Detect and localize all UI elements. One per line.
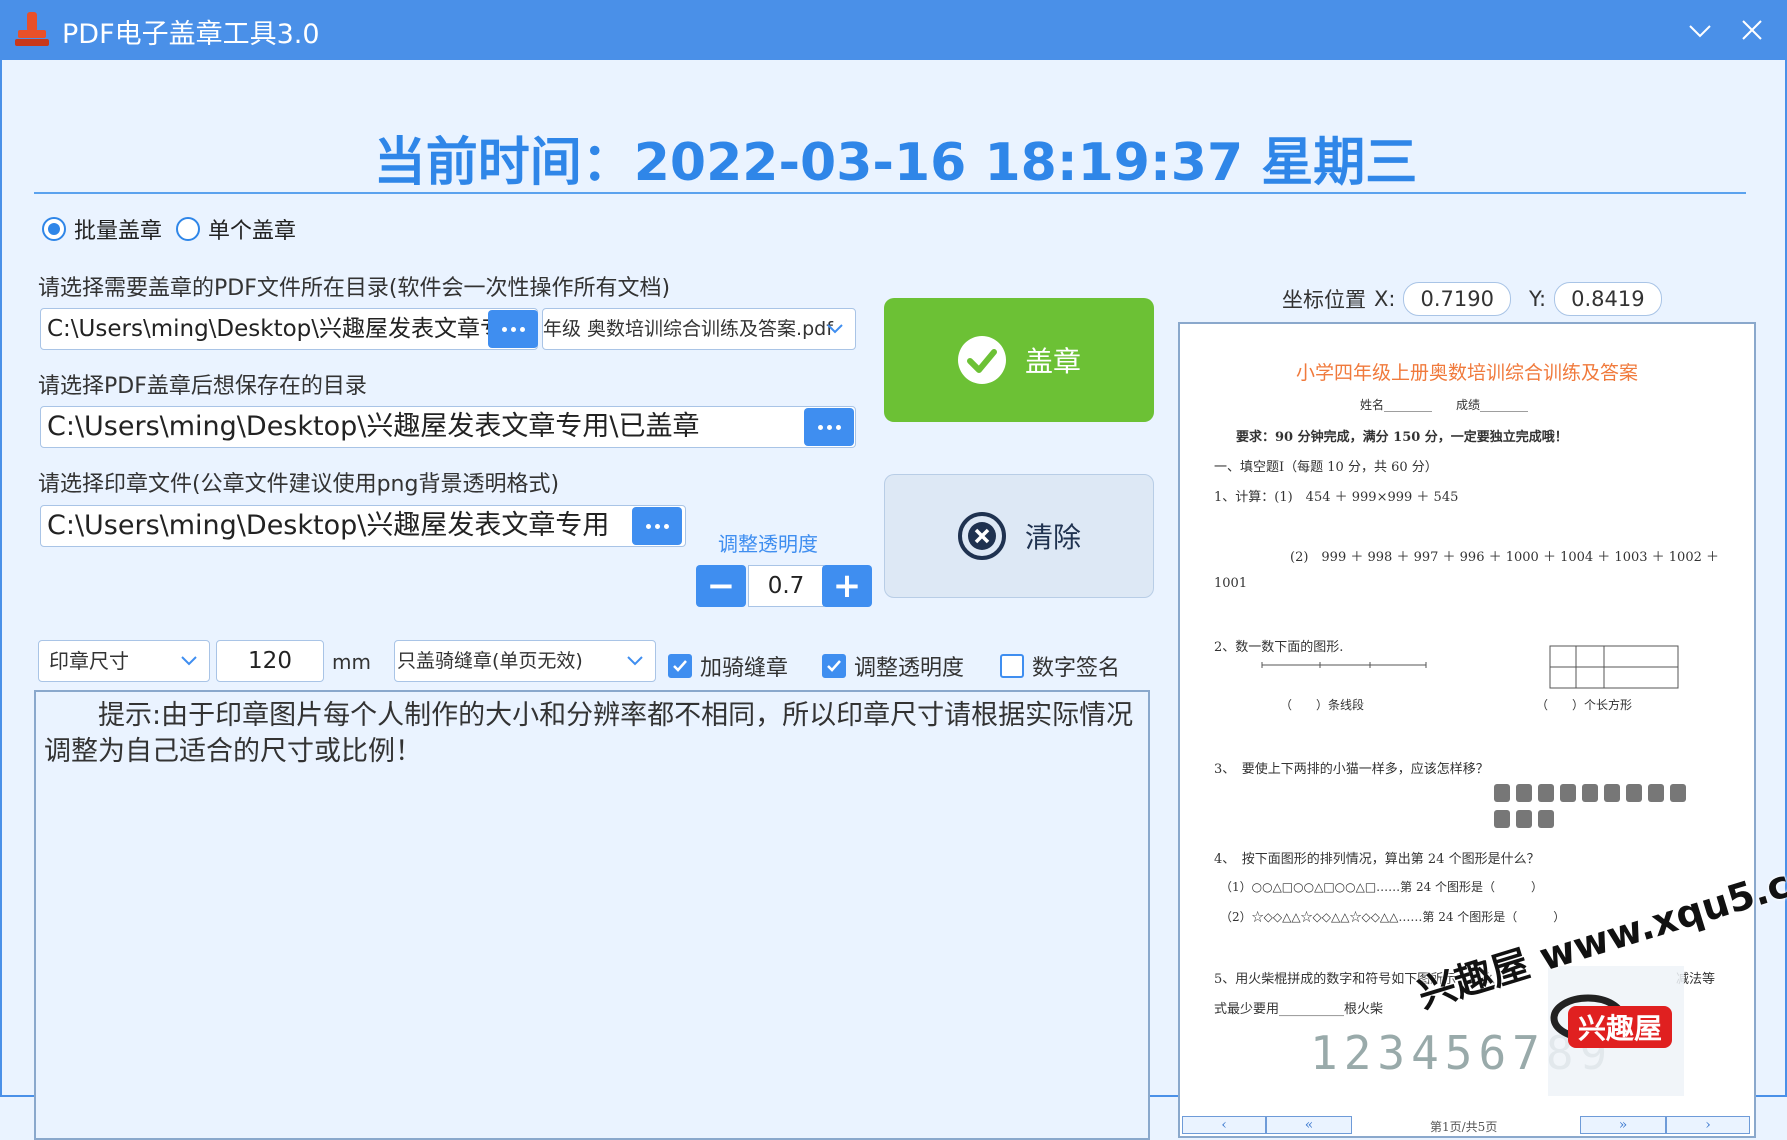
doc-q2a: （ ）条线段 <box>1280 698 1365 712</box>
first-page-button[interactable]: ‹ <box>1182 1116 1266 1134</box>
cat-image <box>1516 784 1532 802</box>
stamp-mode-group: 批量盖章 单个盖章 <box>42 212 310 246</box>
seal-mode-select[interactable]: 只盖骑缝章(单页无效) <box>394 640 656 682</box>
output-dir-input[interactable]: C:\Users\ming\Desktop\兴趣屋发表文章专用\已盖章 <box>40 406 856 448</box>
doc-q3: 3、 要使上下两排的小猫一样多，应该怎样移？ <box>1214 762 1489 777</box>
cat-image <box>1538 784 1554 802</box>
coord-y-label: Y: <box>1528 287 1547 311</box>
coord-x-value[interactable]: 0.7190 <box>1403 282 1511 316</box>
coord-x-label: X: <box>1374 287 1396 311</box>
doc-q1c: 1001 <box>1214 576 1248 591</box>
digital-signature-checkbox[interactable]: 数字签名 <box>1000 652 1121 681</box>
source-dir-label: 请选择需要盖章的PDF文件所在目录(软件会一次性操作所有文档) <box>38 276 671 301</box>
stamp-button-label: 盖章 <box>1024 345 1081 378</box>
browse-source-button[interactable] <box>488 310 538 348</box>
current-time-display: 当前时间：2022-03-16 18:19:37 星期三 <box>373 133 1418 193</box>
seal-size-select-value: 印章尺寸 <box>49 649 129 673</box>
doc-q4b: （2）☆◇◇△△☆◇◇△△☆◇◇△△……第 24 个图形是（ ） <box>1220 910 1566 924</box>
clear-button[interactable]: 清除 <box>884 474 1154 598</box>
coordinate-readout: 坐标位置 X: 0.7190 Y: 0.8419 <box>1282 282 1680 316</box>
coord-y-value[interactable]: 0.8419 <box>1554 282 1662 316</box>
batch-radio-label[interactable]: 批量盖章 <box>74 213 162 245</box>
stamp-app-icon <box>15 12 49 46</box>
log-text-area[interactable]: 提示:由于印章图片每个人制作的大小和分辨率都不相同，所以印章尺寸请根据实际情况调… <box>34 690 1150 1140</box>
page-indicator: 第1页/共5页 <box>1430 1120 1498 1134</box>
opacity-value[interactable]: 0.7 <box>748 565 824 607</box>
cat-image <box>1494 784 1510 802</box>
seal-size-input[interactable]: 120 <box>216 640 324 682</box>
doc-q4: 4、 按下面图形的排列情况，算出第 24 个图形是什么？ <box>1214 852 1540 867</box>
doc-q1b: (2) 999 ＋ 998 ＋ 997 ＋ 996 ＋ 1000 ＋ 1004 … <box>1290 550 1719 565</box>
coord-label: 坐标位置 <box>1282 288 1366 312</box>
window-title: PDF电子盖章工具3.0 <box>62 19 320 50</box>
source-file-value: 年级 奥数培训综合训练及答案.pdf <box>543 318 833 340</box>
seal-stamp-image[interactable]: 兴趣屋 <box>1548 966 1684 1096</box>
browse-output-button[interactable] <box>804 408 854 446</box>
doc-q4a: （1）○○△□○○△□○○△□……第 24 个图形是（ ） <box>1220 880 1544 894</box>
cross-page-seal-label: 加骑缝章 <box>700 656 789 681</box>
line-segment-figure <box>1261 662 1427 668</box>
seal-file-label: 请选择印章文件(公章文件建议使用png背景透明格式) <box>38 472 560 497</box>
cat-image <box>1494 810 1510 828</box>
single-radio-label[interactable]: 单个盖章 <box>208 213 296 245</box>
doc-q2b: （ ）个长方形 <box>1536 698 1633 712</box>
close-circle-icon <box>957 512 1006 560</box>
close-icon[interactable] <box>1736 14 1768 46</box>
chevron-down-icon <box>181 656 197 666</box>
header-divider <box>34 192 1746 194</box>
output-dir-label: 请选择PDF盖章后想保存在的目录 <box>38 374 367 399</box>
seal-file-input[interactable]: C:\Users\ming\Desktop\兴趣屋发表文章专用 <box>40 505 686 547</box>
source-file-select[interactable]: 年级 奥数培训综合训练及答案.pdf <box>542 308 856 350</box>
last-page-button[interactable]: › <box>1666 1116 1750 1134</box>
seal-size-select[interactable]: 印章尺寸 <box>38 640 210 682</box>
cat-image <box>1516 810 1532 828</box>
stamp-button[interactable]: 盖章 <box>884 298 1154 422</box>
tip-text: 提示:由于印章图片每个人制作的大小和分辨率都不相同，所以印章尺寸请根据实际情况调… <box>44 700 1134 767</box>
check-circle-icon <box>957 336 1006 384</box>
checkmark-icon <box>668 654 692 678</box>
doc-q2: 2、数一数下面的图形. <box>1214 640 1344 655</box>
title-bar: PDF电子盖章工具3.0 <box>0 0 1787 60</box>
rectangle-grid-figure <box>1549 645 1679 689</box>
cat-image <box>1648 784 1664 802</box>
adjust-opacity-checkbox[interactable]: 调整透明度 <box>822 652 965 681</box>
seal-size-unit: mm <box>332 650 371 674</box>
preview-pager: ‹ « 第1页/共5页 » › <box>1180 1116 1754 1136</box>
next-page-button[interactable]: » <box>1580 1116 1666 1134</box>
cat-image <box>1560 784 1576 802</box>
seal-text: 兴趣屋 <box>1578 1012 1662 1045</box>
opacity-decrease-button[interactable]: − <box>696 565 746 607</box>
browse-seal-button[interactable] <box>632 507 682 545</box>
single-radio[interactable] <box>176 217 201 241</box>
doc-q5c: 式最少要用__________根火柴 <box>1214 1002 1384 1017</box>
adjust-opacity-link[interactable]: 调整透明度 <box>718 528 818 557</box>
empty-checkbox-icon <box>1000 654 1024 678</box>
adjust-opacity-check-label: 调整透明度 <box>854 656 965 681</box>
cat-image <box>1604 784 1620 802</box>
checkmark-icon <box>822 654 846 678</box>
clear-button-label: 清除 <box>1024 521 1081 554</box>
chevron-down-icon <box>827 324 843 334</box>
doc-section-1: 一、填空题Ⅰ（每题 10 分，共 60 分） <box>1214 460 1438 475</box>
doc-requirements: 要求：90 分钟完成，满分 150 分，一定要独立完成哦！ <box>1236 430 1568 445</box>
doc-title: 小学四年级上册奥数培训综合训练及答案 <box>1295 362 1638 384</box>
source-dir-input[interactable]: C:\Users\ming\Desktop\兴趣屋发表文章专用 <box>40 308 538 350</box>
cat-image <box>1538 810 1554 828</box>
minimize-chevron-icon[interactable] <box>1684 14 1716 46</box>
cross-page-seal-checkbox[interactable]: 加骑缝章 <box>668 652 789 681</box>
seal-mode-select-value: 只盖骑缝章(单页无效) <box>397 650 583 672</box>
cat-image <box>1670 784 1686 802</box>
prev-page-button[interactable]: « <box>1266 1116 1352 1134</box>
opacity-increase-button[interactable]: + <box>822 565 872 607</box>
chevron-down-icon <box>627 656 643 666</box>
cat-image <box>1626 784 1642 802</box>
batch-radio[interactable] <box>42 217 66 241</box>
doc-name-line: 姓名________ 成绩________ <box>1360 398 1529 412</box>
doc-q1a: 1、计算：(1) 454 ＋ 999×999 ＋ 545 <box>1214 490 1459 505</box>
digital-signature-label: 数字签名 <box>1032 656 1121 681</box>
cat-image <box>1582 784 1598 802</box>
